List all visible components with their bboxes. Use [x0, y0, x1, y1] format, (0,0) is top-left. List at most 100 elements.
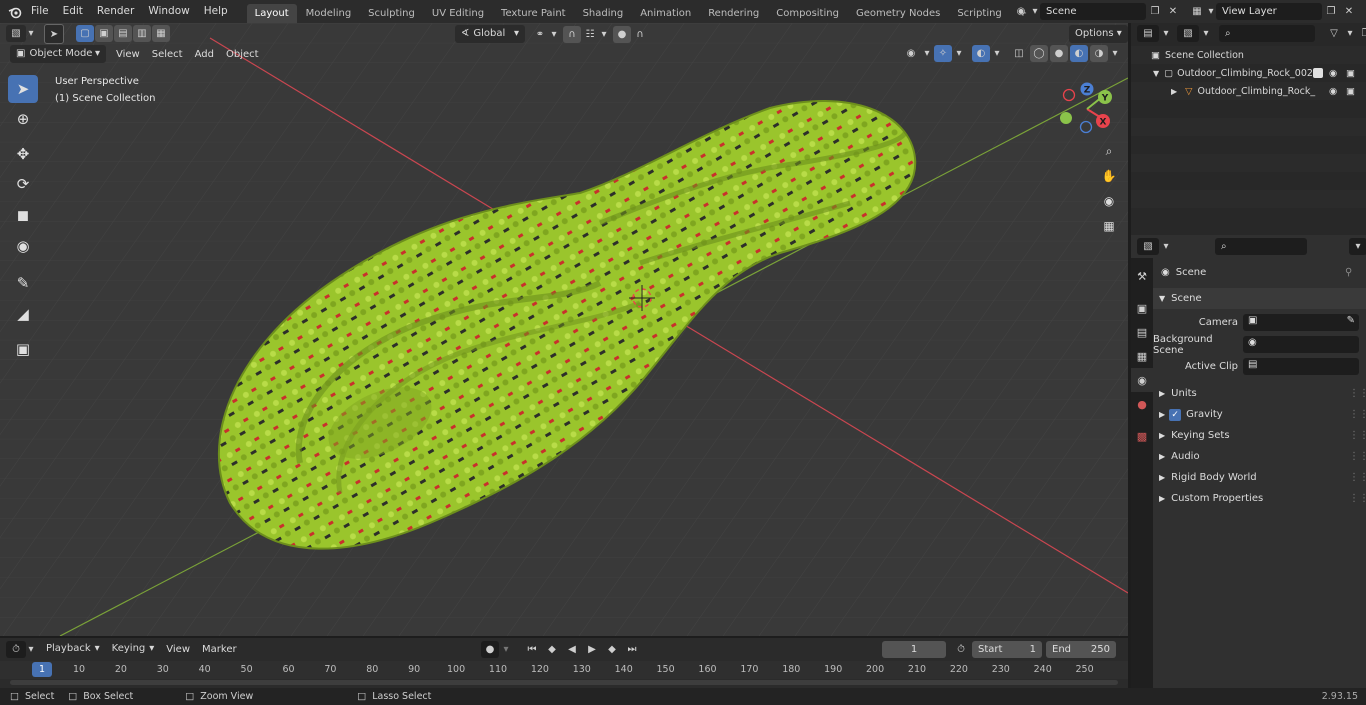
- timeline-view-menu[interactable]: View: [160, 644, 196, 655]
- timeline-editor-icon[interactable]: ⏱: [6, 640, 26, 658]
- expand-right-icon[interactable]: ▶: [1171, 87, 1177, 96]
- play-icon[interactable]: ▶: [583, 641, 601, 658]
- chevron-down-icon[interactable]: ▾: [1206, 3, 1216, 20]
- select-box-icon[interactable]: ➤: [8, 75, 38, 103]
- gravity-checkbox[interactable]: ✓: [1169, 408, 1182, 421]
- outliner-row-collection[interactable]: ▼ ▢ Outdoor_Climbing_Rock_002 ◉ ▣: [1131, 64, 1366, 82]
- filter-icon[interactable]: ▽: [1325, 25, 1343, 42]
- close-icon[interactable]: ✕: [1340, 3, 1358, 20]
- tab-rendering[interactable]: Rendering: [700, 4, 767, 23]
- options-button[interactable]: Options ▾: [1069, 25, 1128, 43]
- play-reverse-icon[interactable]: ◀: [563, 641, 581, 658]
- rigid-body-world-subpanel[interactable]: ▶ Rigid Body World ⋮⋮: [1153, 467, 1366, 488]
- start-frame-field[interactable]: Start 1: [972, 641, 1042, 658]
- add-cube-icon[interactable]: ▣: [8, 335, 38, 363]
- next-keyframe-icon[interactable]: ◆: [603, 641, 621, 658]
- select-tool-icon[interactable]: ➤: [44, 24, 64, 44]
- grid-icon[interactable]: ▦: [1098, 215, 1120, 237]
- camera-icon[interactable]: ◉: [1098, 190, 1120, 212]
- select-invert-icon[interactable]: ▥: [133, 25, 151, 42]
- view-layer-tab-icon[interactable]: ▦: [1131, 344, 1153, 368]
- falloff-icon[interactable]: ∩: [631, 26, 649, 43]
- pan-hand-icon[interactable]: ✋: [1098, 165, 1120, 187]
- measure-icon[interactable]: ◢: [8, 300, 38, 328]
- menu-edit[interactable]: Edit: [56, 0, 90, 23]
- menu-file[interactable]: File: [24, 0, 56, 23]
- units-subpanel[interactable]: ▶ Units ⋮⋮: [1153, 383, 1366, 404]
- chevron-down-icon[interactable]: ▾: [1110, 45, 1120, 62]
- tab-shading[interactable]: Shading: [575, 4, 632, 23]
- prev-keyframe-icon[interactable]: ◆: [543, 641, 561, 658]
- output-tab-icon[interactable]: ▤: [1131, 320, 1153, 344]
- select-new-icon[interactable]: ▢: [76, 25, 94, 42]
- xray-icon[interactable]: ◫: [1010, 45, 1028, 62]
- properties-search-input[interactable]: ⌕: [1215, 238, 1307, 255]
- tool-tab-icon[interactable]: ⚒: [1131, 264, 1153, 288]
- menu-render[interactable]: Render: [90, 0, 141, 23]
- drag-handle-icon[interactable]: ⋮⋮: [1349, 493, 1366, 504]
- drag-handle-icon[interactable]: ⋮⋮: [1349, 409, 1366, 420]
- timeline-scrollbar[interactable]: [10, 680, 1118, 685]
- expand-down-icon[interactable]: ▼: [1153, 69, 1159, 78]
- chevron-down-icon[interactable]: ▾: [1201, 25, 1211, 42]
- tab-uv-editing[interactable]: UV Editing: [424, 4, 492, 23]
- proportional-edit-icon[interactable]: ●: [613, 25, 631, 43]
- annotate-icon[interactable]: ✎: [8, 269, 38, 297]
- outliner-row-object[interactable]: ▶ ▽ Outdoor_Climbing_Rock_ ◉ ▣: [1131, 82, 1366, 100]
- editor-type-icon[interactable]: ▧: [6, 25, 26, 42]
- solid-shading-icon[interactable]: ●: [1050, 45, 1068, 62]
- orientation-dropdown[interactable]: ∢ Global ▾: [455, 25, 525, 43]
- marker-menu[interactable]: Marker: [196, 644, 243, 655]
- chevron-down-icon[interactable]: ▾: [1030, 3, 1040, 20]
- 3d-viewport[interactable]: ▧ ▾ ➤ ▢ ▣ ▤ ▥ ▦ ∢ Global ▾ ⚭ ▾ ∩ ☷ ▾ ● ∩…: [0, 23, 1128, 636]
- outliner-row-root[interactable]: ▣ Scene Collection: [1131, 46, 1366, 64]
- chevron-down-icon[interactable]: ▾: [599, 26, 609, 43]
- menu-view[interactable]: View: [110, 49, 146, 60]
- tab-texture-paint[interactable]: Texture Paint: [493, 4, 574, 23]
- eye-icon[interactable]: ◉: [1329, 68, 1337, 79]
- custom-properties-subpanel[interactable]: ▶ Custom Properties ⋮⋮: [1153, 488, 1366, 509]
- keying-menu[interactable]: Keying ▾: [106, 640, 161, 658]
- stopwatch-icon[interactable]: ⏱: [952, 641, 970, 658]
- select-extend-icon[interactable]: ▣: [95, 25, 113, 42]
- scene-panel-header[interactable]: ▼ Scene: [1153, 288, 1366, 309]
- tab-animation[interactable]: Animation: [632, 4, 699, 23]
- tab-compositing[interactable]: Compositing: [768, 4, 847, 23]
- material-shading-icon[interactable]: ◐: [1070, 45, 1088, 62]
- audio-subpanel[interactable]: ▶ Audio ⋮⋮: [1153, 446, 1366, 467]
- jump-end-icon[interactable]: ⏭: [623, 641, 641, 658]
- active-clip-field[interactable]: ▤: [1243, 358, 1359, 375]
- rotate-icon[interactable]: ⟳: [8, 170, 38, 198]
- copy-layer-icon[interactable]: ❐: [1322, 3, 1340, 20]
- menu-help[interactable]: Help: [197, 0, 235, 23]
- gizmo-toggle-icon[interactable]: ✧: [934, 45, 952, 62]
- snap-icon[interactable]: ∩: [563, 25, 581, 43]
- zoom-icon[interactable]: ⌕: [1098, 140, 1120, 162]
- tab-scripting[interactable]: Scripting: [949, 4, 1009, 23]
- close-icon[interactable]: ✕: [1164, 3, 1182, 20]
- blender-logo-icon[interactable]: [6, 3, 24, 20]
- chevron-down-icon[interactable]: ▾: [992, 45, 1002, 62]
- render-tab-icon[interactable]: ▣: [1131, 296, 1153, 320]
- menu-add[interactable]: Add: [189, 49, 220, 60]
- record-icon[interactable]: ●: [481, 641, 499, 658]
- eye-icon[interactable]: ◉: [1329, 86, 1337, 97]
- keying-sets-subpanel[interactable]: ▶ Keying Sets ⋮⋮: [1153, 425, 1366, 446]
- snap-target-icon[interactable]: ☷: [581, 26, 599, 43]
- drag-handle-icon[interactable]: ⋮⋮: [1349, 451, 1366, 462]
- scale-icon[interactable]: ◼: [8, 201, 38, 229]
- camera-field[interactable]: ▣ ✎: [1243, 314, 1359, 331]
- properties-editor-icon[interactable]: ▧: [1137, 238, 1159, 255]
- scene-icon[interactable]: ◉: [1012, 3, 1030, 20]
- cursor-icon[interactable]: ⊕: [8, 105, 38, 133]
- playback-menu[interactable]: Playback ▾: [40, 640, 106, 658]
- new-collection-icon[interactable]: ❐: [1357, 25, 1366, 42]
- outliner-search-input[interactable]: ⌕: [1219, 25, 1315, 42]
- chevron-down-icon[interactable]: ▾: [1161, 238, 1171, 255]
- tab-modeling[interactable]: Modeling: [298, 4, 360, 23]
- chevron-down-icon[interactable]: ▾: [922, 45, 932, 62]
- chevron-down-icon[interactable]: ▾: [501, 641, 511, 658]
- chevron-down-icon[interactable]: ▾: [954, 45, 964, 62]
- camera-icon[interactable]: ▣: [1346, 68, 1355, 79]
- scene-name-field[interactable]: Scene: [1040, 3, 1146, 20]
